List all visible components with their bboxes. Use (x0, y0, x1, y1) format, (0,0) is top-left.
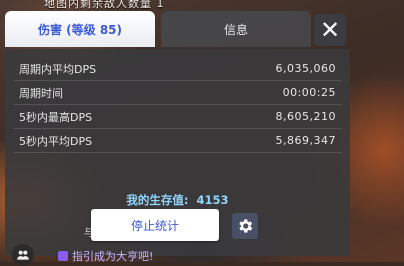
stat-value: 8,605,210 (275, 110, 336, 123)
stat-label: 周期内平均DPS (19, 62, 97, 76)
survival-label: 我的生存值: (126, 193, 189, 207)
enemy-count-label: 地图内剩余敌人数量 1 (44, 0, 165, 10)
gear-icon (239, 219, 253, 233)
tab-damage[interactable]: 伤害 (等级 85) (5, 11, 155, 47)
stat-row: 周期时间 00:00:25 (13, 81, 342, 105)
stat-label: 5秒内最高DPS (19, 110, 93, 124)
stop-stats-button[interactable]: 停止统计 (91, 209, 219, 241)
close-button[interactable]: ✕ (314, 14, 346, 46)
stat-value: 6,035,060 (275, 62, 336, 75)
stat-label: 周期时间 (19, 86, 63, 100)
survival-value: 我的生存值: 4153 (5, 192, 350, 208)
settings-button[interactable] (232, 213, 258, 239)
close-icon: ✕ (319, 16, 341, 44)
team-icon[interactable] (12, 244, 34, 266)
survival-number: 4153 (196, 193, 229, 207)
panel-tabs: 伤害 (等级 85) 信息 ✕ (5, 11, 350, 49)
stat-row: 周期内平均DPS 6,035,060 (13, 57, 342, 81)
stat-row: 5秒内最高DPS 8,605,210 (13, 105, 342, 129)
stat-row: 5秒内平均DPS 5,869,347 (13, 129, 342, 153)
people-icon (17, 250, 29, 260)
stats-list: 周期内平均DPS 6,035,060 周期时间 00:00:25 5秒内最高DP… (5, 57, 350, 153)
tab-info[interactable]: 信息 (161, 11, 311, 47)
stat-value: 00:00:25 (282, 86, 336, 99)
channel-badge (58, 251, 68, 261)
stat-label: 5秒内平均DPS (19, 134, 93, 148)
stat-value: 5,869,347 (275, 134, 336, 147)
